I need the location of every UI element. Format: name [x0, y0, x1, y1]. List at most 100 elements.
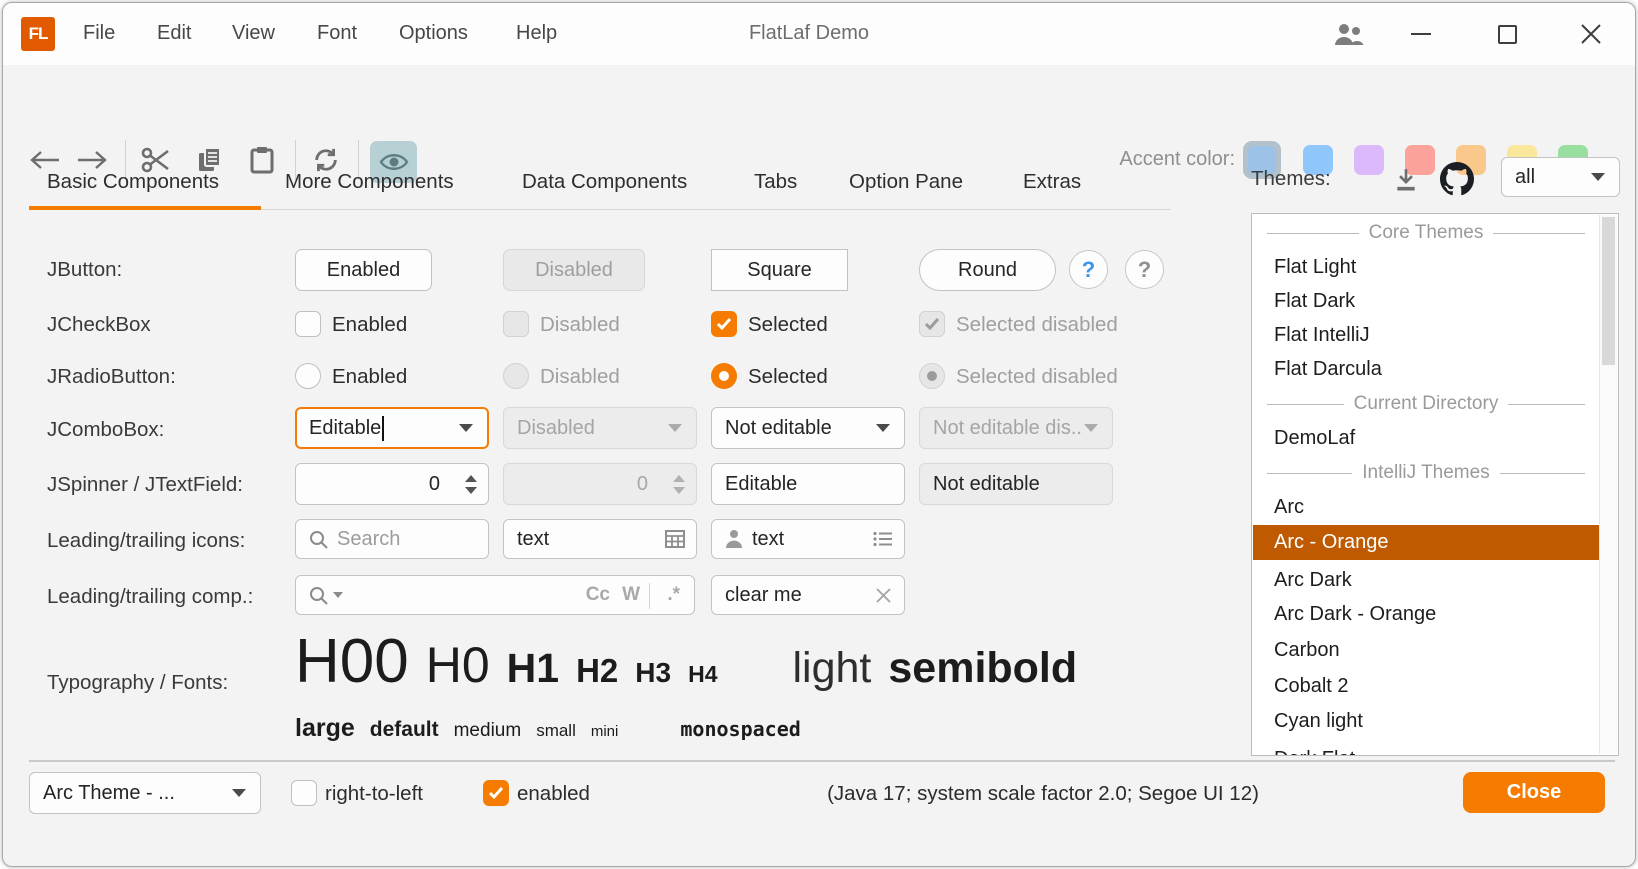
theme-list-item[interactable]: Cyan light	[1253, 704, 1599, 738]
theme-filter-combobox[interactable]: all	[1501, 157, 1620, 197]
menu-file[interactable]: File	[83, 22, 115, 45]
accent-swatch-purple[interactable]	[1354, 145, 1384, 175]
theme-separator-core: Core Themes	[1253, 216, 1599, 250]
theme-list-scrollbar[interactable]	[1599, 215, 1617, 754]
maximize-button[interactable]	[1489, 17, 1525, 51]
small-sample: small	[536, 722, 576, 740]
close-window-button[interactable]	[1573, 17, 1609, 51]
regex-button[interactable]: .*	[667, 584, 680, 606]
tab-data-components[interactable]: Data Components	[522, 170, 687, 194]
tab-option-pane[interactable]: Option Pane	[849, 170, 963, 194]
theme-list-item[interactable]: Arc	[1253, 490, 1599, 524]
textfield-editable[interactable]: Editable	[711, 463, 905, 505]
theme-list-item[interactable]: Arc Dark	[1253, 563, 1599, 597]
spinner-arrows[interactable]	[465, 475, 477, 494]
theme-list-item[interactable]: Flat Darcula	[1253, 352, 1599, 386]
menu-font[interactable]: Font	[317, 22, 357, 45]
combobox-not-editable-value: Not editable	[725, 417, 832, 440]
search-field[interactable]: Search	[295, 519, 489, 559]
help-button-secondary[interactable]: ?	[1125, 250, 1164, 289]
combobox-editable[interactable]: Editable	[295, 407, 489, 449]
checkbox-disabled-label: Disabled	[540, 313, 620, 337]
theme-list-item[interactable]: Cobalt 2	[1253, 669, 1599, 703]
typography-label: Typography / Fonts:	[47, 671, 228, 695]
theme-list-item[interactable]: Arc Dark - Orange	[1253, 597, 1599, 631]
chevron-down-icon	[459, 424, 473, 432]
theme-list-item[interactable]: DemoLaf	[1253, 421, 1599, 455]
clear-icon[interactable]	[876, 588, 891, 603]
text-field-value: text	[752, 528, 784, 551]
combobox-disabled-value: Disabled	[517, 417, 595, 440]
help-button-primary[interactable]: ?	[1069, 250, 1108, 289]
enabled-button[interactable]: Enabled	[295, 249, 432, 291]
tab-basic-components[interactable]: Basic Components	[47, 170, 219, 194]
checkbox-selected-label[interactable]: Selected	[748, 313, 828, 337]
menu-view[interactable]: View	[232, 22, 275, 45]
text-field-trailing-calendar[interactable]: text	[503, 519, 697, 559]
radio-enabled-label[interactable]: Enabled	[332, 365, 407, 389]
check-icon	[488, 786, 504, 800]
chevron-down-icon	[1084, 424, 1098, 432]
radio-selected[interactable]	[711, 363, 737, 389]
search-field-with-match-controls[interactable]: Cc W .*	[295, 575, 695, 615]
scrollbar-thumb[interactable]	[1602, 217, 1615, 365]
users-icon	[1333, 21, 1365, 47]
match-case-button[interactable]: Cc	[586, 584, 610, 606]
theme-combobox[interactable]: Arc Theme - ...	[29, 772, 261, 814]
radio-selected-disabled-label: Selected disabled	[956, 365, 1118, 389]
jbutton-label: JButton:	[47, 258, 122, 282]
theme-list-item[interactable]: Dark Flat	[1253, 742, 1599, 756]
checkbox-selected-disabled-label: Selected disabled	[956, 313, 1118, 337]
text-field-leading-user-trailing-list[interactable]: text	[711, 519, 905, 559]
minimize-button[interactable]	[1403, 17, 1439, 51]
combobox-disabled: Disabled	[503, 407, 697, 449]
tab-tabs[interactable]: Tabs	[754, 170, 797, 194]
menu-help[interactable]: Help	[516, 22, 557, 45]
chevron-down-icon	[668, 424, 682, 432]
enabled-checkbox-label[interactable]: enabled	[517, 782, 590, 806]
github-button[interactable]	[1439, 161, 1475, 197]
radio-enabled[interactable]	[295, 363, 321, 389]
app-window: FL File Edit View Font Options Help Flat…	[2, 2, 1636, 867]
rtl-checkbox-label[interactable]: right-to-left	[325, 782, 423, 806]
disabled-button: Disabled	[503, 249, 645, 291]
combobox-not-editable[interactable]: Not editable	[711, 407, 905, 449]
app-logo: FL	[21, 17, 55, 51]
checkbox-selected[interactable]	[711, 311, 737, 337]
clear-me-field[interactable]: clear me	[711, 575, 905, 615]
jspinner-label: JSpinner / JTextField:	[47, 473, 243, 497]
spinner-down-icon[interactable]	[465, 487, 477, 494]
download-themes-button[interactable]	[1389, 165, 1423, 195]
theme-list-item[interactable]: Flat IntelliJ	[1253, 318, 1599, 352]
menu-options[interactable]: Options	[399, 22, 468, 45]
theme-list-item-selected[interactable]: Arc - Orange	[1253, 525, 1599, 560]
textfield-not-editable: Not editable	[919, 463, 1113, 505]
spinner-up-icon[interactable]	[465, 475, 477, 482]
square-button[interactable]: Square	[711, 249, 848, 291]
theme-list-item[interactable]: Carbon	[1253, 633, 1599, 667]
jcombobox-label: JComboBox:	[47, 418, 164, 442]
checkbox-enabled[interactable]	[295, 311, 321, 337]
tab-more-components[interactable]: More Components	[285, 170, 454, 194]
round-button[interactable]: Round	[919, 249, 1056, 291]
checkbox-enabled-label[interactable]: Enabled	[332, 313, 407, 337]
enabled-checkbox[interactable]	[483, 780, 509, 806]
search-icon	[309, 530, 328, 549]
close-dialog-button[interactable]: Close	[1463, 772, 1605, 813]
mini-sample: mini	[591, 724, 619, 740]
search-placeholder: Search	[337, 528, 400, 551]
theme-filter-value: all	[1515, 166, 1535, 189]
menu-edit[interactable]: Edit	[157, 22, 191, 45]
whole-words-button[interactable]: W	[622, 584, 640, 606]
maximize-icon	[1498, 25, 1517, 44]
radio-selected-label[interactable]: Selected	[748, 365, 828, 389]
search-options-chevron-icon[interactable]	[333, 592, 343, 598]
theme-list-item[interactable]: Flat Dark	[1253, 284, 1599, 318]
theme-list-item[interactable]: Flat Light	[1253, 250, 1599, 284]
rtl-checkbox[interactable]	[291, 780, 317, 806]
paste-button[interactable]	[245, 143, 279, 177]
spinner-enabled[interactable]: 0	[295, 463, 489, 505]
users-button[interactable]	[1331, 17, 1367, 51]
paste-icon	[249, 146, 275, 174]
tab-extras[interactable]: Extras	[1023, 170, 1081, 194]
